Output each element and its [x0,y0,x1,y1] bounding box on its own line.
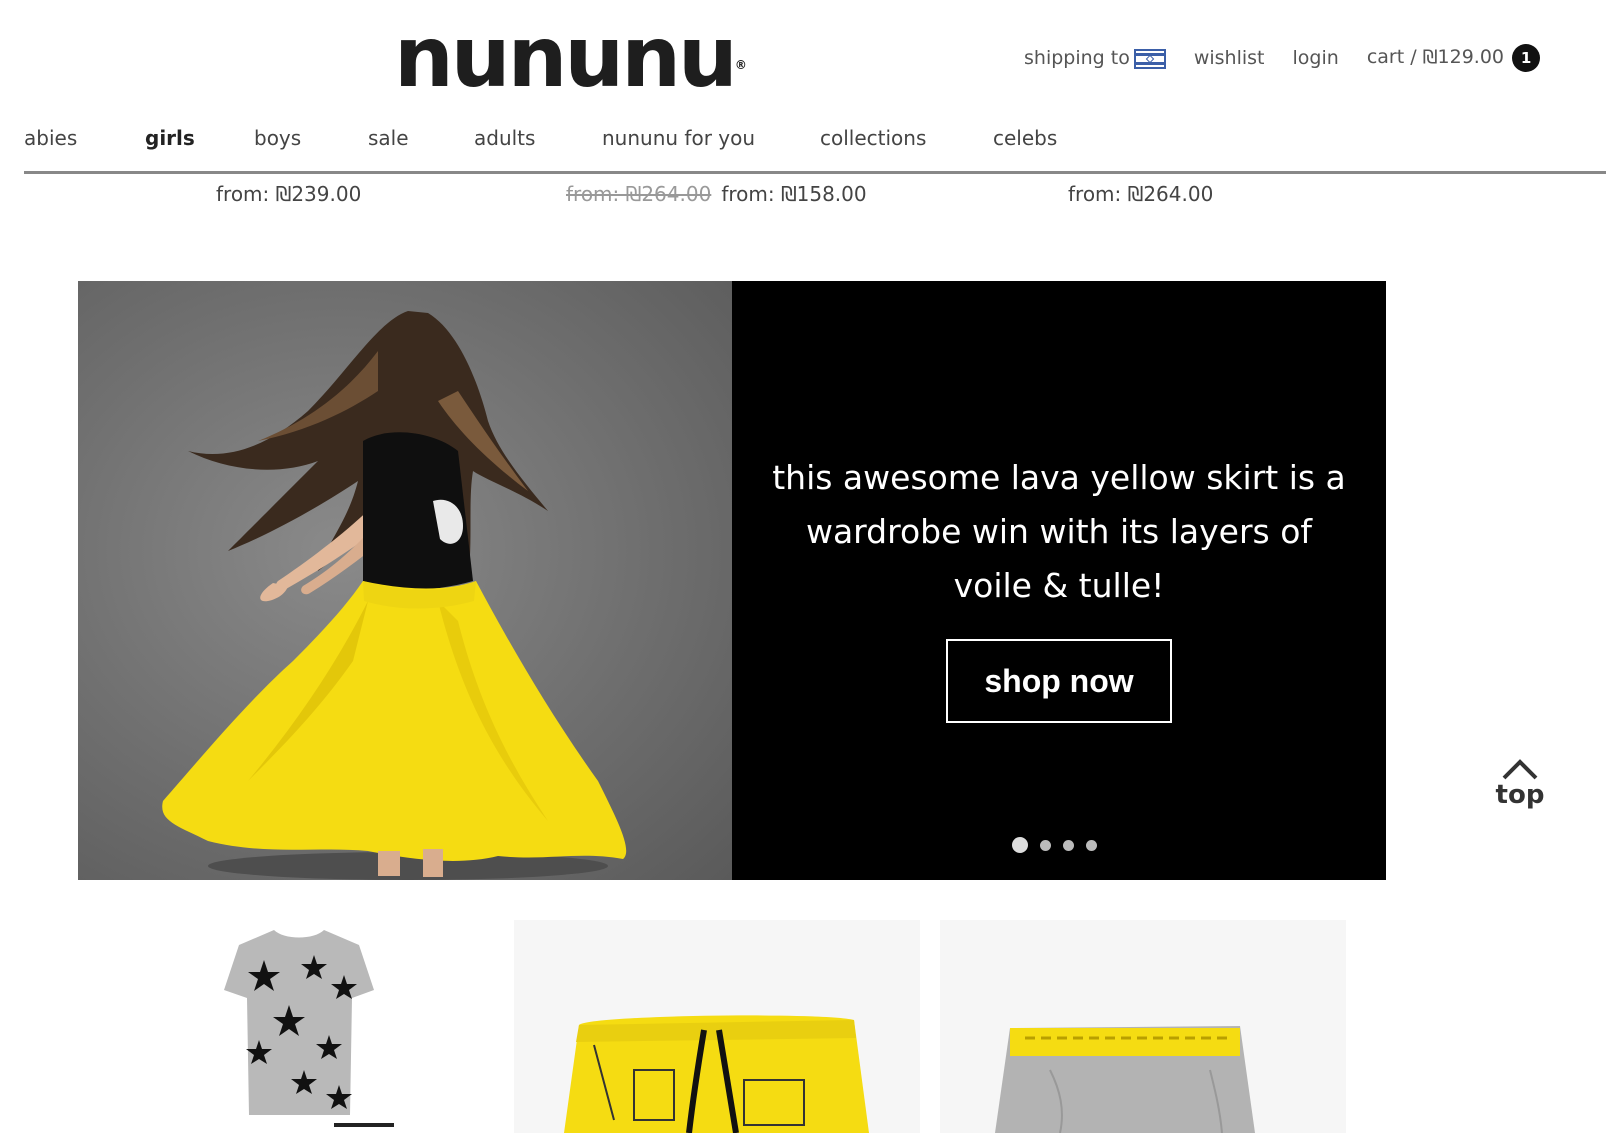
hero-promo-panel: this awesome lava yellow skirt is a ward… [732,281,1386,880]
nav-item-collections[interactable]: collections [820,126,926,150]
shipping-label: shipping to [1024,47,1130,69]
login-link[interactable]: login [1293,47,1339,69]
wishlist-link[interactable]: wishlist [1194,47,1265,69]
nav-item-adults[interactable]: adults [474,126,535,150]
top-label: top [1495,780,1545,810]
carousel-dot[interactable] [1063,839,1074,851]
yellow-shorts-illustration [564,1015,869,1133]
page: nununu® shipping to wishlist login cart … [0,0,1606,1133]
product-image-star-shirt[interactable] [114,920,494,1133]
nav-item-sale[interactable]: sale [368,126,409,150]
brand-logo[interactable]: nununu® [394,15,747,99]
carousel-dot[interactable] [1012,837,1028,853]
scroll-to-top-button[interactable]: top [1490,758,1550,810]
carousel-dots [1012,837,1097,853]
hero-carousel: this awesome lava yellow skirt is a ward… [78,281,1386,880]
product-image-yellow-shorts[interactable] [514,920,920,1133]
main-nav: abies girls boys sale adults nununu for … [24,118,1606,174]
product-price-sale: from: ₪264.00 from: ₪158.00 [566,182,867,206]
hero-image[interactable] [78,281,732,880]
hero-headline: this awesome lava yellow skirt is a ward… [772,458,1346,605]
grey-shorts-illustration [995,1026,1255,1133]
new-price: from: ₪158.00 [721,182,867,206]
nav-item-girls[interactable]: girls [145,126,195,150]
product-image-grey-shorts[interactable] [940,920,1346,1133]
registered-mark: ® [734,58,747,72]
carousel-dot[interactable] [1086,839,1097,851]
header-links: shipping to wishlist login cart / ₪129.0… [1024,44,1541,72]
cart-link[interactable]: cart / ₪129.00 1 [1366,44,1541,72]
girl-dancing-illustration [162,311,627,880]
nav-item-babies[interactable]: abies [24,126,77,150]
nav-item-celebs[interactable]: celebs [993,126,1057,150]
nav-item-boys[interactable]: boys [254,126,301,150]
browser-viewport: nununu® shipping to wishlist login cart … [24,0,1606,1133]
cart-count-badge: 1 [1512,44,1541,72]
shipping-to-link[interactable]: shipping to [1024,47,1166,69]
carousel-dot[interactable] [1040,839,1051,851]
star-shirt-illustration [224,930,394,1127]
shop-now-button[interactable]: shop now [946,639,1172,723]
nav-item-nununu-for-you[interactable]: nununu for you [602,126,755,150]
flag-icon [1133,48,1166,69]
chevron-up-icon [1502,759,1538,780]
product-price: from: ₪239.00 [216,182,362,206]
old-price: from: ₪264.00 [566,182,712,206]
cart-label: cart / ₪129.00 [1366,46,1505,68]
logo-text: nununu [394,8,738,106]
product-price: from: ₪264.00 [1068,182,1214,206]
